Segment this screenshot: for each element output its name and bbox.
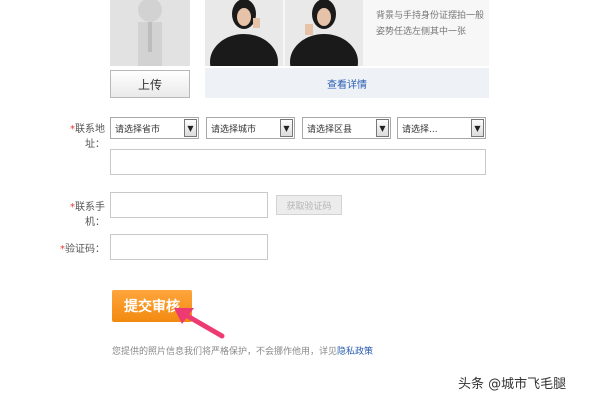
dropdown-arrow-icon: ▼ (184, 119, 197, 137)
id-photo-placeholder (110, 0, 190, 66)
privacy-notice: 您提供的照片信息我们将严格保护，不会挪作他用，详见隐私政策 (112, 347, 374, 357)
get-code-button[interactable]: 获取验证码 (276, 195, 342, 215)
sample-photo-2 (285, 0, 363, 66)
phone-input[interactable] (110, 192, 268, 218)
dropdown-arrow-icon: ▼ (471, 119, 484, 137)
dropdown-arrow-icon: ▼ (376, 119, 389, 137)
address-label: *联系地址： (70, 124, 105, 150)
code-label: *验证码： (60, 244, 105, 255)
view-details-link[interactable]: 查看详情 (205, 68, 489, 98)
street-select[interactable]: 请选择... ▼ (397, 117, 486, 139)
city-select[interactable]: 请选择城市 ▼ (206, 117, 295, 139)
code-input[interactable] (110, 234, 268, 260)
privacy-policy-link[interactable]: 隐私政策 (337, 347, 373, 357)
upload-button[interactable]: 上传 (110, 70, 190, 98)
phone-label: *联系手机： (70, 202, 105, 228)
district-select[interactable]: 请选择区县 ▼ (302, 117, 391, 139)
dropdown-arrow-icon: ▼ (280, 119, 293, 137)
province-select[interactable]: 请选择省市 ▼ (110, 117, 199, 139)
person-silhouette-icon (138, 0, 162, 66)
watermark: 头条 @城市飞毛腿 (458, 377, 567, 392)
sample-instruction-text: 背景与手持身份证摆拍一般姿势任选左侧其中一张 (376, 11, 485, 37)
sample-photo-1 (205, 0, 283, 66)
address-detail-input[interactable] (110, 149, 486, 175)
pointer-arrow-icon (174, 308, 225, 339)
